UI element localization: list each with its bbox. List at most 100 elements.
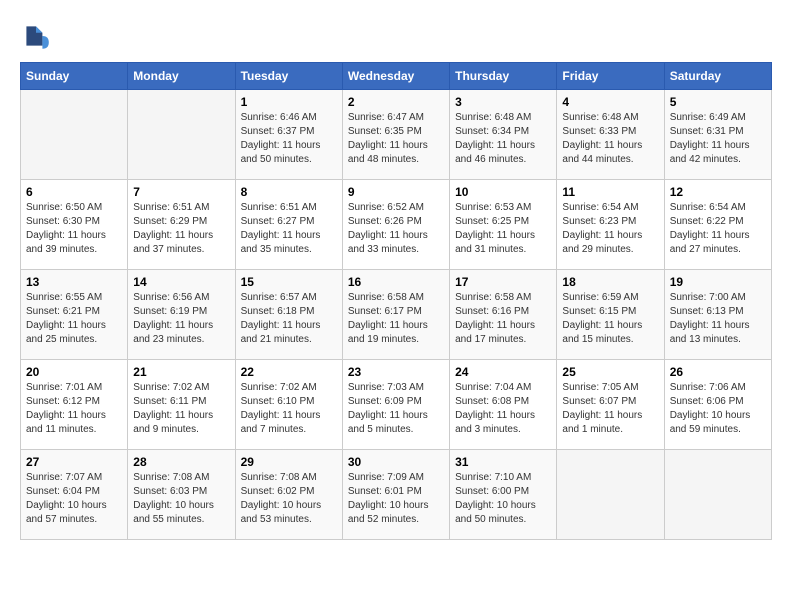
day-info: Sunrise: 6:57 AM Sunset: 6:18 PM Dayligh… xyxy=(241,291,337,347)
day-info: Sunrise: 6:49 AM Sunset: 6:31 PM Dayligh… xyxy=(670,111,766,167)
calendar-cell: 16 Sunrise: 6:58 AM Sunset: 6:17 PM Dayli… xyxy=(342,270,449,360)
calendar-cell: 3Sunrise: 6:48 AM Sunset: 6:34 PM Daylig… xyxy=(450,90,557,180)
day-number: 6 xyxy=(26,185,122,199)
calendar-cell xyxy=(557,450,664,540)
calendar-cell: 28 Sunrise: 7:08 AM Sunset: 6:03 PM Dayli… xyxy=(128,450,235,540)
day-info: Sunrise: 7:04 AM Sunset: 6:08 PM Dayligh… xyxy=(455,381,551,437)
day-number: 19 xyxy=(670,275,766,289)
calendar-cell: 8 Sunrise: 6:51 AM Sunset: 6:27 PM Daylig… xyxy=(235,180,342,270)
day-info: Sunrise: 6:56 AM Sunset: 6:19 PM Dayligh… xyxy=(133,291,229,347)
calendar-cell: 11 Sunrise: 6:54 AM Sunset: 6:23 PM Dayli… xyxy=(557,180,664,270)
day-number: 29 xyxy=(241,455,337,469)
day-number: 28 xyxy=(133,455,229,469)
day-info: Sunrise: 7:02 AM Sunset: 6:11 PM Dayligh… xyxy=(133,381,229,437)
day-info: Sunrise: 7:09 AM Sunset: 6:01 PM Dayligh… xyxy=(348,471,444,527)
day-of-week-header: Friday xyxy=(557,63,664,90)
calendar-cell: 17 Sunrise: 6:58 AM Sunset: 6:16 PM Dayli… xyxy=(450,270,557,360)
day-number: 26 xyxy=(670,365,766,379)
day-number: 16 xyxy=(348,275,444,289)
day-info: Sunrise: 6:58 AM Sunset: 6:16 PM Dayligh… xyxy=(455,291,551,347)
day-number: 24 xyxy=(455,365,551,379)
day-info: Sunrise: 7:07 AM Sunset: 6:04 PM Dayligh… xyxy=(26,471,122,527)
day-number: 10 xyxy=(455,185,551,199)
day-info: Sunrise: 6:58 AM Sunset: 6:17 PM Dayligh… xyxy=(348,291,444,347)
day-info: Sunrise: 7:00 AM Sunset: 6:13 PM Dayligh… xyxy=(670,291,766,347)
day-info: Sunrise: 6:50 AM Sunset: 6:30 PM Dayligh… xyxy=(26,201,122,257)
calendar-cell: 4 Sunrise: 6:48 AM Sunset: 6:33 PM Daylig… xyxy=(557,90,664,180)
calendar-cell: 27 Sunrise: 7:07 AM Sunset: 6:04 PM Dayli… xyxy=(21,450,128,540)
day-number: 11 xyxy=(562,185,658,199)
calendar-cell xyxy=(21,90,128,180)
day-info: Sunrise: 6:48 AM Sunset: 6:33 PM Dayligh… xyxy=(562,111,658,167)
day-info: Sunrise: 6:54 AM Sunset: 6:23 PM Dayligh… xyxy=(562,201,658,257)
day-number: 18 xyxy=(562,275,658,289)
day-number: 15 xyxy=(241,275,337,289)
day-number: 13 xyxy=(26,275,122,289)
day-info: Sunrise: 6:48 AM Sunset: 6:34 PM Dayligh… xyxy=(455,111,551,167)
calendar-cell: 14 Sunrise: 6:56 AM Sunset: 6:19 PM Dayli… xyxy=(128,270,235,360)
day-number: 2 xyxy=(348,95,444,109)
day-info: Sunrise: 7:02 AM Sunset: 6:10 PM Dayligh… xyxy=(241,381,337,437)
calendar-cell xyxy=(128,90,235,180)
day-number: 4 xyxy=(562,95,658,109)
day-info: Sunrise: 7:05 AM Sunset: 6:07 PM Dayligh… xyxy=(562,381,658,437)
day-info: Sunrise: 6:55 AM Sunset: 6:21 PM Dayligh… xyxy=(26,291,122,347)
day-number: 27 xyxy=(26,455,122,469)
calendar-cell: 22Sunrise: 7:02 AM Sunset: 6:10 PM Dayli… xyxy=(235,360,342,450)
day-number: 20 xyxy=(26,365,122,379)
day-of-week-header: Wednesday xyxy=(342,63,449,90)
calendar-cell: 9 Sunrise: 6:52 AM Sunset: 6:26 PM Daylig… xyxy=(342,180,449,270)
day-number: 17 xyxy=(455,275,551,289)
calendar-cell: 25 Sunrise: 7:05 AM Sunset: 6:07 PM Dayli… xyxy=(557,360,664,450)
calendar-cell: 23 Sunrise: 7:03 AM Sunset: 6:09 PM Dayli… xyxy=(342,360,449,450)
day-info: Sunrise: 6:59 AM Sunset: 6:15 PM Dayligh… xyxy=(562,291,658,347)
day-number: 1 xyxy=(241,95,337,109)
calendar-cell: 1 Sunrise: 6:46 AM Sunset: 6:37 PM Daylig… xyxy=(235,90,342,180)
day-info: Sunrise: 6:54 AM Sunset: 6:22 PM Dayligh… xyxy=(670,201,766,257)
day-number: 12 xyxy=(670,185,766,199)
calendar-cell: 19 Sunrise: 7:00 AM Sunset: 6:13 PM Dayli… xyxy=(664,270,771,360)
day-number: 30 xyxy=(348,455,444,469)
calendar-cell: 29Sunrise: 7:08 AM Sunset: 6:02 PM Dayli… xyxy=(235,450,342,540)
day-info: Sunrise: 6:47 AM Sunset: 6:35 PM Dayligh… xyxy=(348,111,444,167)
calendar-header: SundayMondayTuesdayWednesdayThursdayFrid… xyxy=(21,63,772,90)
day-info: Sunrise: 7:03 AM Sunset: 6:09 PM Dayligh… xyxy=(348,381,444,437)
calendar-cell: 21Sunrise: 7:02 AM Sunset: 6:11 PM Dayli… xyxy=(128,360,235,450)
day-info: Sunrise: 6:51 AM Sunset: 6:27 PM Dayligh… xyxy=(241,201,337,257)
day-of-week-header: Monday xyxy=(128,63,235,90)
calendar-table: SundayMondayTuesdayWednesdayThursdayFrid… xyxy=(20,62,772,540)
day-number: 7 xyxy=(133,185,229,199)
day-info: Sunrise: 7:10 AM Sunset: 6:00 PM Dayligh… xyxy=(455,471,551,527)
day-of-week-header: Thursday xyxy=(450,63,557,90)
calendar-cell: 10 Sunrise: 6:53 AM Sunset: 6:25 PM Dayli… xyxy=(450,180,557,270)
day-info: Sunrise: 6:53 AM Sunset: 6:25 PM Dayligh… xyxy=(455,201,551,257)
logo xyxy=(20,20,56,52)
calendar-cell: 26Sunrise: 7:06 AM Sunset: 6:06 PM Dayli… xyxy=(664,360,771,450)
day-info: Sunrise: 6:52 AM Sunset: 6:26 PM Dayligh… xyxy=(348,201,444,257)
day-number: 8 xyxy=(241,185,337,199)
calendar-cell: 31 Sunrise: 7:10 AM Sunset: 6:00 PM Dayli… xyxy=(450,450,557,540)
calendar-cell: 12 Sunrise: 6:54 AM Sunset: 6:22 PM Dayli… xyxy=(664,180,771,270)
day-info: Sunrise: 7:01 AM Sunset: 6:12 PM Dayligh… xyxy=(26,381,122,437)
day-number: 31 xyxy=(455,455,551,469)
calendar-cell: 2 Sunrise: 6:47 AM Sunset: 6:35 PM Daylig… xyxy=(342,90,449,180)
day-info: Sunrise: 7:08 AM Sunset: 6:03 PM Dayligh… xyxy=(133,471,229,527)
day-of-week-header: Sunday xyxy=(21,63,128,90)
logo-icon xyxy=(20,20,52,52)
calendar-cell: 13 Sunrise: 6:55 AM Sunset: 6:21 PM Dayli… xyxy=(21,270,128,360)
calendar-cell: 24 Sunrise: 7:04 AM Sunset: 6:08 PM Dayli… xyxy=(450,360,557,450)
day-number: 9 xyxy=(348,185,444,199)
day-info: Sunrise: 6:51 AM Sunset: 6:29 PM Dayligh… xyxy=(133,201,229,257)
calendar-cell: 18 Sunrise: 6:59 AM Sunset: 6:15 PM Dayli… xyxy=(557,270,664,360)
calendar-cell: 7 Sunrise: 6:51 AM Sunset: 6:29 PM Daylig… xyxy=(128,180,235,270)
day-number: 5 xyxy=(670,95,766,109)
day-info: Sunrise: 6:46 AM Sunset: 6:37 PM Dayligh… xyxy=(241,111,337,167)
day-number: 25 xyxy=(562,365,658,379)
day-number: 14 xyxy=(133,275,229,289)
calendar-cell: 20 Sunrise: 7:01 AM Sunset: 6:12 PM Dayli… xyxy=(21,360,128,450)
day-of-week-header: Saturday xyxy=(664,63,771,90)
calendar-cell: 6 Sunrise: 6:50 AM Sunset: 6:30 PM Daylig… xyxy=(21,180,128,270)
day-number: 23 xyxy=(348,365,444,379)
calendar-cell: 30 Sunrise: 7:09 AM Sunset: 6:01 PM Dayli… xyxy=(342,450,449,540)
calendar-cell: 15 Sunrise: 6:57 AM Sunset: 6:18 PM Dayli… xyxy=(235,270,342,360)
